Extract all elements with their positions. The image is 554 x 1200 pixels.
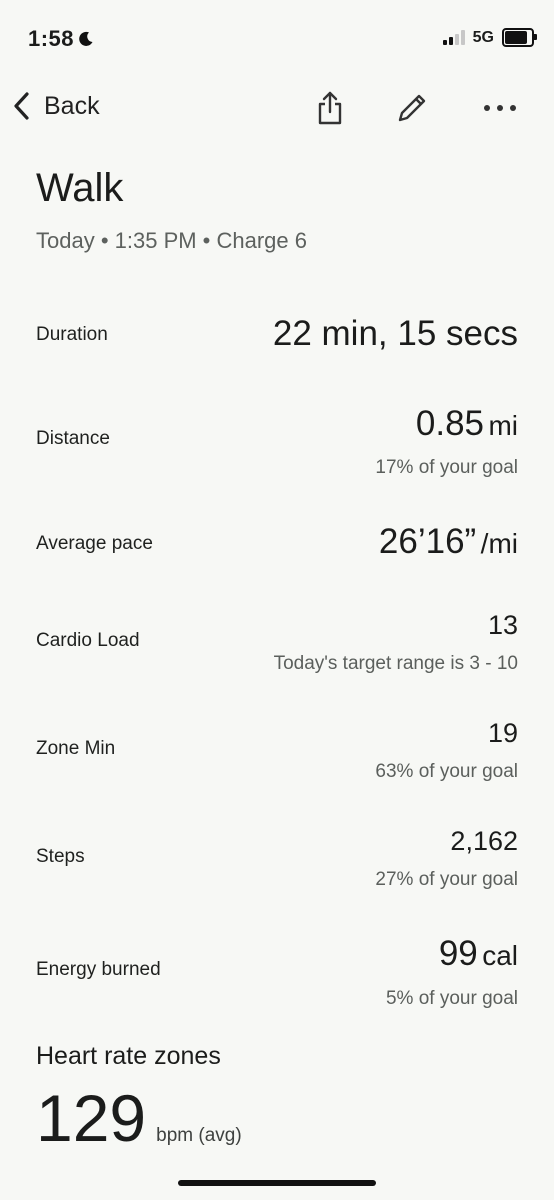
back-button[interactable]: Back	[12, 90, 100, 122]
metric-unit: mi	[488, 410, 518, 441]
status-time: 1:58	[28, 26, 94, 52]
metric-goal: 5% of your goal	[385, 988, 518, 1009]
signal-icon	[442, 30, 465, 45]
metric-value: 2,162	[450, 826, 518, 856]
metric-label: Energy burned	[36, 959, 161, 980]
metric-value: 22 min, 15 secs	[272, 314, 518, 353]
more-button[interactable]	[482, 90, 518, 126]
metric-value: 0.85	[415, 404, 484, 443]
pencil-icon	[398, 94, 426, 122]
activity-title: Walk	[36, 166, 124, 210]
metric-label: Average pace	[36, 533, 153, 554]
share-icon	[318, 91, 342, 125]
heart-rate-unit: bpm (avg)	[156, 1125, 242, 1146]
metric-goal: 27% of your goal	[375, 869, 518, 890]
metric-zone-min: Zone Min 19 63% of your goal	[36, 716, 518, 796]
heart-rate-value: 129	[36, 1081, 147, 1155]
edit-button[interactable]	[394, 90, 430, 126]
metric-value: 26’16”	[378, 522, 477, 561]
metric-duration: Duration 22 min, 15 secs	[36, 308, 518, 368]
metric-value-group: 99 cal	[439, 934, 518, 974]
metric-value: 19	[487, 718, 518, 748]
more-horizontal-icon	[484, 105, 516, 111]
metric-unit: /mi	[480, 528, 518, 559]
nav-bar: Back	[0, 80, 554, 136]
metric-goal: 17% of your goal	[375, 457, 518, 478]
heart-rate-title: Heart rate zones	[36, 1042, 221, 1070]
metric-goal: Today's target range is 3 - 10	[273, 653, 518, 674]
share-button[interactable]	[312, 90, 348, 126]
metric-energy-burned: Energy burned 99 cal 5% of your goal	[36, 932, 518, 1022]
activity-subtitle: Today • 1:35 PM • Charge 6	[36, 228, 307, 253]
network-label: 5G	[472, 28, 494, 46]
metric-steps: Steps 2,162 27% of your goal	[36, 824, 518, 904]
home-indicator	[178, 1180, 376, 1186]
metric-cardio-load: Cardio Load 13 Today's target range is 3…	[36, 608, 518, 688]
metric-label: Zone Min	[36, 738, 116, 759]
metric-distance: Distance 0.85 mi 17% of your goal	[36, 400, 518, 490]
status-time-text: 1:58	[28, 26, 75, 51]
metric-label: Cardio Load	[36, 630, 140, 651]
heart-rate-average: 129 bpm (avg)	[36, 1080, 242, 1156]
metric-label: Steps	[36, 846, 85, 867]
metric-unit: cal	[482, 940, 518, 971]
moon-icon	[79, 31, 93, 46]
metric-label: Duration	[36, 324, 108, 345]
status-bar: 1:58 5G	[0, 0, 554, 80]
metric-value-group: 26’16” /mi	[379, 522, 518, 562]
back-label: Back	[44, 91, 100, 120]
metric-value: 99	[438, 934, 478, 973]
battery-icon	[502, 28, 537, 47]
metric-value: 13	[487, 610, 518, 640]
metric-label: Distance	[36, 428, 110, 449]
status-indicators: 5G	[442, 28, 537, 47]
chevron-left-icon	[14, 92, 29, 120]
metric-average-pace: Average pace 26’16” /mi	[36, 518, 518, 578]
metric-goal: 63% of your goal	[375, 761, 518, 782]
metric-value-group: 0.85 mi	[416, 404, 518, 444]
